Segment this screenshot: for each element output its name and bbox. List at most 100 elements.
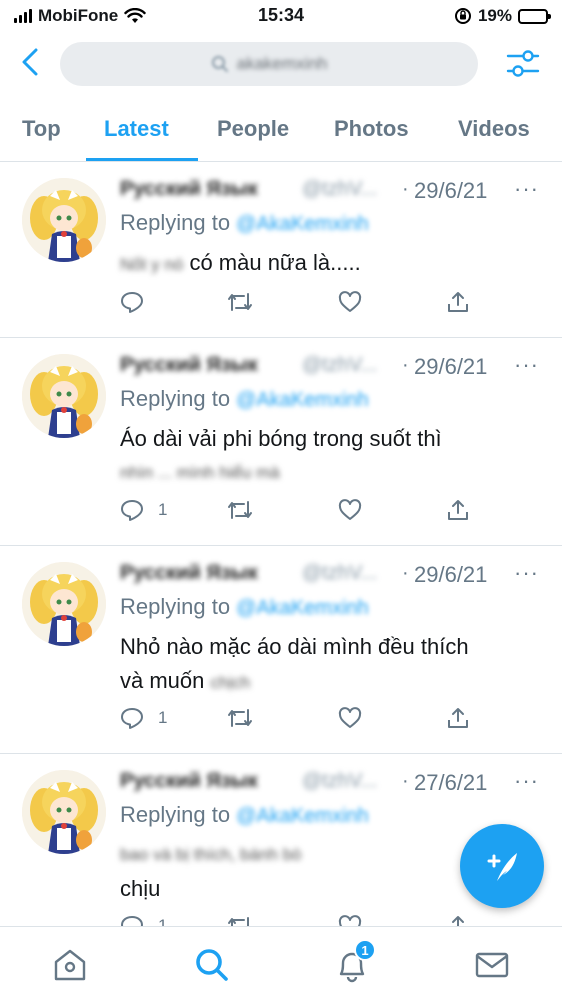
- reply-icon: [121, 708, 143, 729]
- tab-videos[interactable]: Videos: [458, 116, 530, 142]
- separator-dot: ·: [402, 770, 409, 792]
- tweet-text-visible: Nhỏ nào mặc áo dài mình đều thích: [120, 634, 469, 659]
- tweet-text-line2-visible: và muốn: [120, 668, 205, 693]
- author-name[interactable]: Русский Язык: [120, 562, 258, 585]
- replying-to-label: Replying to: [120, 210, 231, 235]
- more-options-icon[interactable]: ···: [514, 352, 539, 378]
- messages-mail-icon: [475, 952, 509, 978]
- author-handle: @tzhV...: [302, 354, 378, 376]
- home-icon: [54, 949, 86, 981]
- author-name[interactable]: Русский Язык: [120, 354, 258, 377]
- replying-to-handle[interactable]: @AkaKemxinh: [236, 597, 369, 619]
- battery-percent: 19%: [477, 6, 512, 25]
- like-button[interactable]: [338, 498, 362, 522]
- tweet-header: Русский Язык @tzhV... · 29/6/21 ···: [120, 352, 540, 382]
- like-button[interactable]: [338, 706, 362, 730]
- compose-tweet-button[interactable]: [460, 824, 544, 908]
- share-icon: [448, 292, 468, 312]
- nav-notifications[interactable]: 1: [332, 939, 376, 985]
- notifications-badge: 1: [354, 939, 376, 961]
- compose-tweet-icon: [487, 853, 517, 881]
- tweet-date: 27/6/21: [414, 770, 488, 795]
- author-name[interactable]: Русский Язык: [120, 770, 258, 793]
- share-button[interactable]: [446, 498, 470, 522]
- replying-to: Replying to @AkaKemxinh: [120, 210, 369, 236]
- reply-count: 1: [158, 500, 168, 519]
- author-handle: @tzhV...: [302, 770, 378, 792]
- tweet-actions: [120, 290, 480, 318]
- battery-icon: [518, 8, 551, 24]
- replying-to: Replying to @AkaKemxinh: [120, 802, 369, 828]
- like-button[interactable]: [338, 290, 362, 314]
- search-icon: [211, 56, 228, 72]
- status-bar: MobiFone 15:34 19%: [0, 0, 562, 34]
- status-right: 19%: [454, 6, 551, 26]
- reply-count: 1: [158, 708, 168, 727]
- reply-button[interactable]: 1: [120, 706, 167, 730]
- more-options-icon[interactable]: ···: [514, 176, 539, 202]
- tweet-header: Русский Язык @tzhV... · 29/6/21 ···: [120, 176, 540, 206]
- more-options-icon[interactable]: ···: [514, 560, 539, 586]
- bottom-nav: 1: [0, 926, 562, 1000]
- tweet-text: Áo dài vải phi bóng trong suốt thì nhìn …: [120, 422, 530, 490]
- tweet-date: 29/6/21: [414, 354, 488, 379]
- share-icon: [448, 500, 468, 520]
- tweet-item[interactable]: Русский Язык @tzhV... · 29/6/21 ··· Repl…: [0, 546, 562, 754]
- filter-sliders-icon[interactable]: [506, 48, 540, 80]
- like-icon: [338, 291, 362, 312]
- retweet-icon: [228, 709, 252, 727]
- reply-button[interactable]: [120, 290, 144, 314]
- replying-to-label: Replying to: [120, 802, 231, 827]
- separator-dot: ·: [402, 354, 409, 376]
- avatar[interactable]: [22, 562, 106, 646]
- tab-photos[interactable]: Photos: [334, 116, 409, 142]
- replying-to-label: Replying to: [120, 386, 231, 411]
- share-icon: [448, 708, 468, 728]
- search-header: akakemxinh: [0, 34, 562, 94]
- share-button[interactable]: [446, 706, 470, 730]
- avatar[interactable]: [22, 178, 106, 262]
- tab-latest[interactable]: Latest: [104, 116, 169, 142]
- author-handle: @tzhV...: [302, 562, 378, 584]
- avatar[interactable]: [22, 770, 106, 854]
- avatar[interactable]: [22, 354, 106, 438]
- author-handle: @tzhV...: [302, 178, 378, 200]
- back-button[interactable]: [16, 46, 44, 78]
- tweet-item[interactable]: Русский Язык @tzhV... · 29/6/21 ··· Repl…: [0, 162, 562, 338]
- tweet-date: 29/6/21: [414, 178, 488, 203]
- separator-dot: ·: [402, 562, 409, 584]
- tab-top[interactable]: Top: [22, 116, 61, 142]
- tweet-text-line2: và muốn chịch: [120, 664, 530, 700]
- nav-home[interactable]: [50, 945, 90, 985]
- retweet-button[interactable]: [226, 498, 254, 522]
- retweet-icon: [228, 501, 252, 519]
- replying-to: Replying to @AkaKemxinh: [120, 386, 369, 412]
- replying-to-handle[interactable]: @AkaKemxinh: [236, 389, 369, 411]
- share-button[interactable]: [446, 290, 470, 314]
- like-icon: [338, 499, 362, 520]
- retweet-button[interactable]: [226, 706, 254, 730]
- tweet-item[interactable]: Русский Язык @tzhV... · 29/6/21 ··· Repl…: [0, 338, 562, 546]
- nav-messages[interactable]: [472, 945, 512, 985]
- tweet-actions: 1: [120, 706, 480, 734]
- separator-dot: ·: [402, 178, 409, 200]
- replying-to: Replying to @AkaKemxinh: [120, 594, 369, 620]
- orientation-lock-icon: [454, 8, 471, 24]
- reply-icon: [121, 292, 143, 313]
- tweet-text-blurred: Nốt y nó: [120, 255, 184, 274]
- author-name[interactable]: Русский Язык: [120, 178, 258, 201]
- replying-to-handle[interactable]: @AkaKemxinh: [236, 805, 369, 827]
- active-tab-indicator: [86, 158, 198, 161]
- tweet-header: Русский Язык @tzhV... · 27/6/21 ···: [120, 768, 540, 798]
- like-icon: [338, 707, 362, 728]
- retweet-button[interactable]: [226, 290, 254, 314]
- retweet-icon: [228, 293, 252, 311]
- replying-to-handle[interactable]: @AkaKemxinh: [236, 213, 369, 235]
- reply-button[interactable]: 1: [120, 498, 167, 522]
- tab-people[interactable]: People: [217, 116, 289, 142]
- nav-search[interactable]: [192, 945, 232, 985]
- more-options-icon[interactable]: ···: [514, 768, 539, 794]
- tweet-text-visible: Áo dài vải phi bóng trong suốt thì: [120, 426, 442, 451]
- search-input[interactable]: akakemxinh: [60, 42, 478, 86]
- tweet-text: Nốt y nó có màu nữa là.....: [120, 246, 530, 282]
